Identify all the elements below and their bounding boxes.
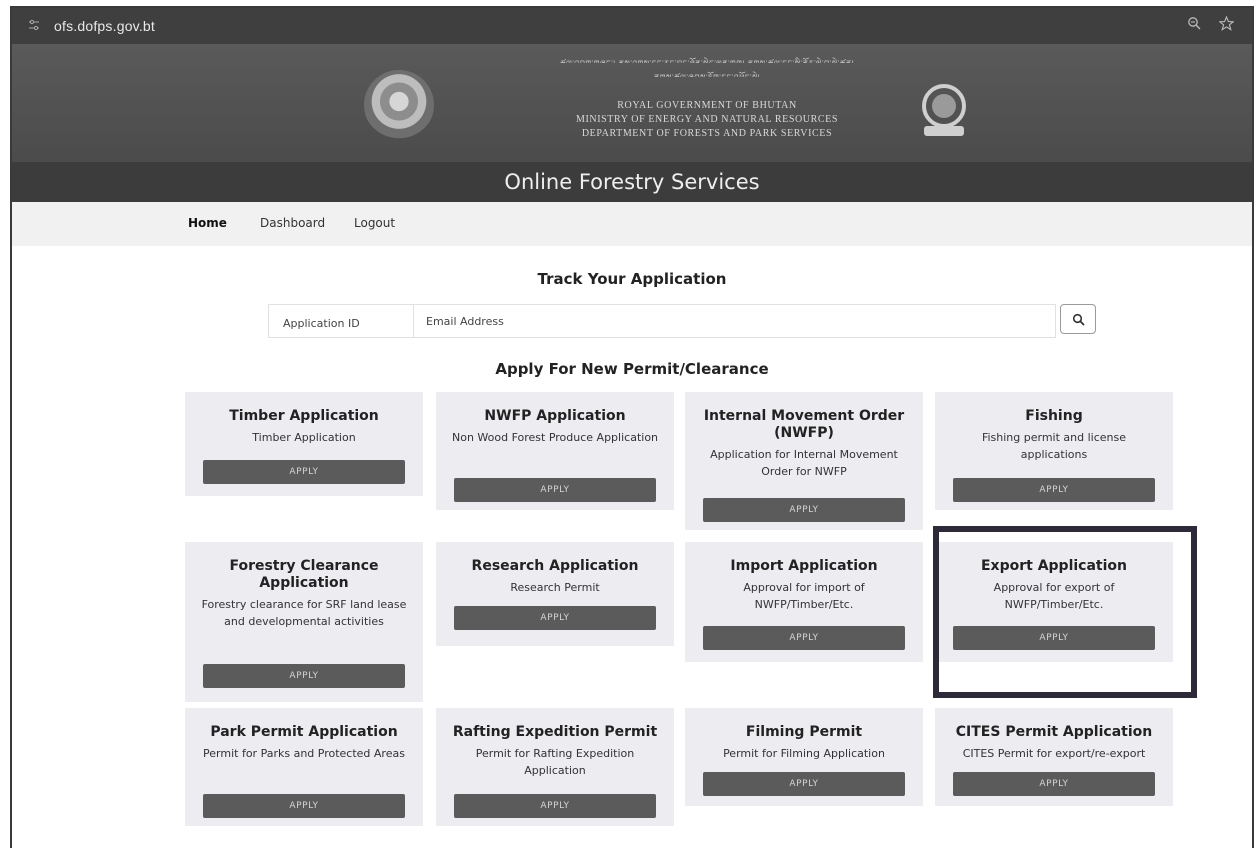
site-title-bar: Online Forestry Services	[12, 162, 1252, 202]
card-description: Non Wood Forest Produce Application	[451, 431, 659, 444]
card-description: Approval for import of NWFP/Timber/Etc.	[743, 581, 865, 611]
apply-title: Apply For New Permit/Clearance	[495, 360, 769, 378]
card-description: Permit for Parks and Protected Areas	[203, 747, 405, 760]
card-title: Fishing	[1025, 408, 1083, 424]
ministry-name: MINISTRY OF ENERGY AND NATURAL RESOURCES	[575, 114, 839, 125]
card-title: NWFP Application	[484, 408, 626, 424]
apply-button[interactable]: APPLY	[703, 772, 905, 796]
card-internal-movement-order: Internal Movement Order (NWFP) Applicati…	[685, 392, 923, 530]
dzongkha-subheading: ནགས་ཚལ་ཞབས་ཏོག་དང་འཕྲོད་སྡེ།	[542, 68, 872, 77]
address-bar[interactable]: ofs.dofps.gov.bt	[12, 8, 1252, 44]
card-description: Forestry clearance for SRF land lease an…	[201, 598, 407, 628]
zoom-icon[interactable]	[1187, 16, 1201, 35]
card-rafting-expedition-permit: Rafting Expedition Permit Permit for Raf…	[436, 708, 674, 826]
card-title: Timber Application	[229, 408, 379, 424]
card-description: Timber Application	[252, 431, 356, 444]
main-nav: Home Dashboard Logout	[12, 202, 1252, 246]
card-filming-permit: Filming Permit Permit for Filming Applic…	[685, 708, 923, 806]
apply-button[interactable]: APPLY	[203, 794, 405, 818]
site-title: Online Forestry Services	[504, 170, 760, 194]
card-park-permit-application: Park Permit Application Permit for Parks…	[185, 708, 423, 826]
card-description: CITES Permit for export/re-export	[962, 747, 1146, 760]
card-nwfp-application: NWFP Application Non Wood Forest Produce…	[436, 392, 674, 510]
card-import-application: Import Application Approval for import o…	[685, 542, 923, 662]
apply-button[interactable]: APPLY	[703, 626, 905, 650]
government-name: ROYAL GOVERNMENT OF BHUTAN	[617, 100, 797, 111]
highlight-box	[933, 526, 1197, 698]
apply-button[interactable]: APPLY	[953, 772, 1155, 796]
apply-button[interactable]: APPLY	[953, 478, 1155, 502]
bookmark-star-icon[interactable]	[1218, 15, 1235, 35]
apply-button[interactable]: APPLY	[454, 794, 656, 818]
nav-logout[interactable]: Logout	[354, 216, 395, 230]
card-description: Permit for Filming Application	[723, 747, 885, 760]
application-id-field[interactable]: Application ID	[268, 304, 414, 338]
card-description: Permit for Rafting Expedition Applicatio…	[475, 747, 635, 777]
search-icon	[1072, 313, 1085, 326]
apply-button[interactable]: APPLY	[454, 606, 656, 630]
dzongkha-heading: ཚལ་འབྲུག་གཞུང་། ནུས་ཤུགས་དང་རང་བྱུང་ཐོན་…	[462, 54, 952, 63]
card-cites-permit-application: CITES Permit Application CITES Permit fo…	[935, 708, 1173, 806]
card-description: Application for Internal Movement Order …	[710, 448, 898, 478]
nav-home[interactable]: Home	[188, 216, 227, 230]
card-title: Park Permit Application	[210, 724, 398, 740]
card-title: Import Application	[730, 558, 878, 574]
nav-dashboard[interactable]: Dashboard	[260, 216, 325, 230]
apply-button[interactable]: APPLY	[703, 498, 905, 522]
track-title: Track Your Application	[537, 270, 727, 288]
card-research-application: Research Application Research Permit APP…	[436, 542, 674, 646]
card-title: Filming Permit	[745, 724, 863, 740]
card-description: Research Permit	[510, 581, 600, 594]
card-title: CITES Permit Application	[955, 724, 1153, 740]
card-description: Fishing permit and license applications	[981, 431, 1127, 461]
card-title: Rafting Expedition Permit	[452, 724, 658, 740]
card-forestry-clearance-application: Forestry Clearance Application Forestry …	[185, 542, 423, 702]
header-banner: ཚལ་འབྲུག་གཞུང་། ནུས་ཤུགས་དང་རང་བྱུང་ཐོན་…	[12, 44, 1252, 162]
apply-button[interactable]: APPLY	[454, 478, 656, 502]
card-fishing: Fishing Fishing permit and license appli…	[935, 392, 1173, 510]
apply-button[interactable]: APPLY	[203, 664, 405, 688]
card-title: Forestry Clearance Application	[229, 558, 379, 591]
email-address-field[interactable]: Email Address	[414, 304, 1056, 338]
browser-window: ofs.dofps.gov.bt ཚལ་འབྲུག་གཞུང་། ནུས་ཤུག…	[10, 6, 1254, 848]
card-timber-application: Timber Application Timber Application AP…	[185, 392, 423, 496]
track-form: Application ID Email Address	[268, 304, 1098, 338]
site-settings-icon[interactable]	[28, 19, 50, 34]
national-emblem-icon	[364, 70, 434, 140]
department-name: DEPARTMENT OF FORESTS AND PARK SERVICES	[581, 128, 833, 139]
card-title: Research Application	[471, 558, 639, 574]
apply-button[interactable]: APPLY	[203, 460, 405, 484]
card-title: Internal Movement Order (NWFP)	[703, 408, 905, 441]
search-button[interactable]	[1060, 304, 1096, 334]
url-text[interactable]: ofs.dofps.gov.bt	[54, 18, 155, 34]
department-logo-icon	[918, 76, 970, 140]
